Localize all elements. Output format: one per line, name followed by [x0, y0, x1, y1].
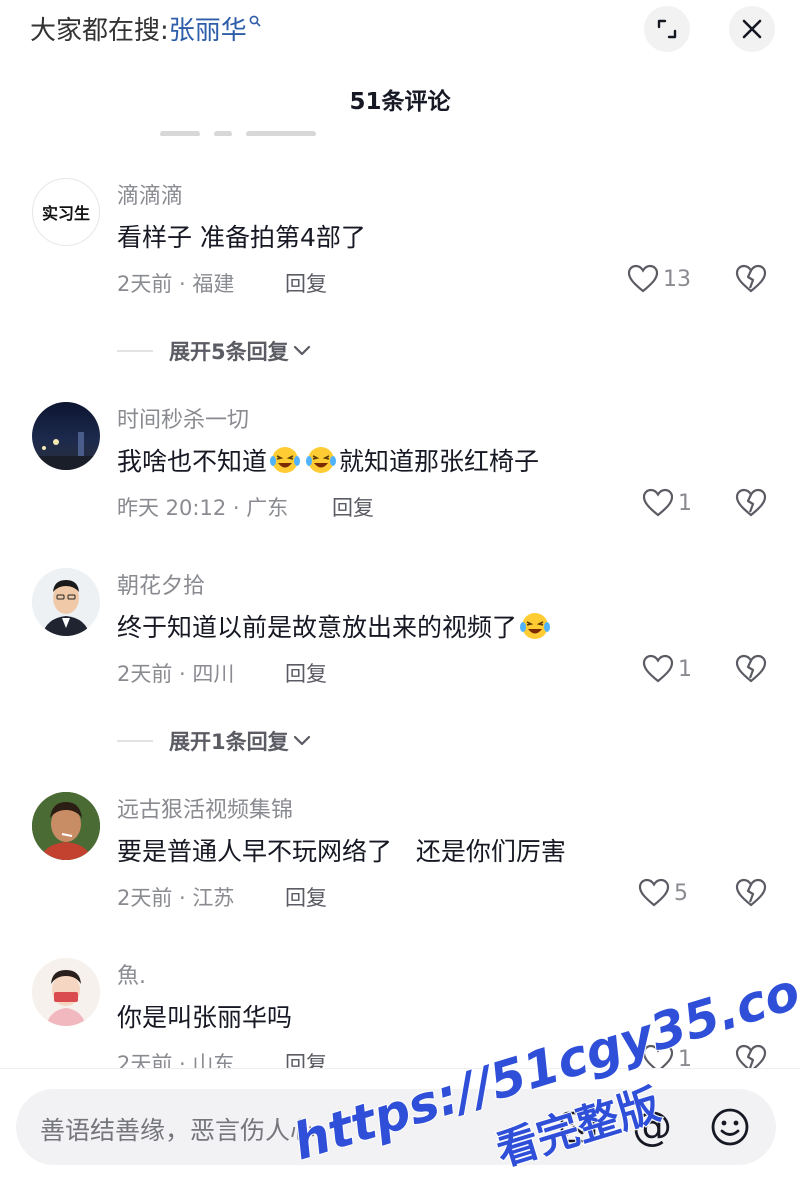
like-count: 5	[674, 880, 688, 906]
comment-meta: 2天前 · 江苏	[117, 886, 235, 910]
broken-heart-icon	[735, 878, 767, 907]
comment-nickname[interactable]: 滴滴滴	[117, 178, 183, 210]
heart-icon	[638, 878, 670, 907]
comment-meta: 昨天 20:12 · 广东	[117, 496, 289, 520]
expand-icon	[657, 19, 677, 39]
avatar-portrait	[32, 792, 100, 860]
expand-button[interactable]	[644, 6, 690, 52]
comment-meta: 2天前 · 四川	[117, 662, 235, 686]
at-icon: @	[632, 1104, 672, 1150]
comment-text: 要是普通人早不玩网络了 还是你们厉害	[117, 837, 566, 866]
avatar-label: 实习生	[41, 204, 90, 223]
comment-text: 我啥也不知道 就知道那张红椅子	[117, 442, 539, 478]
comment-text: 你是叫张丽华吗	[117, 1003, 293, 1032]
chevron-down-icon	[293, 735, 310, 746]
expand-replies[interactable]: 展开5条回复	[117, 336, 311, 366]
like-count: 1	[678, 656, 692, 682]
comment-nickname[interactable]: 朝花夕拾	[117, 568, 205, 600]
heart-icon	[642, 488, 674, 517]
avatar-portrait	[32, 568, 100, 636]
like-count: 1	[678, 490, 692, 516]
expand-replies[interactable]: 展开1条回复	[117, 726, 311, 756]
comment-count-title: 51条评论	[349, 89, 451, 115]
search-icon	[249, 15, 261, 27]
emoji-button[interactable]	[708, 1105, 752, 1149]
reply-button[interactable]: 回复	[332, 492, 374, 522]
expand-replies-label: 展开5条回复	[169, 340, 289, 364]
like-count: 13	[663, 266, 691, 292]
image-button[interactable]	[556, 1105, 600, 1149]
expand-replies-label: 展开1条回复	[169, 730, 289, 754]
avatar[interactable]	[32, 792, 100, 860]
avatar[interactable]	[32, 958, 100, 1026]
comment-item: 远古狠活视频集锦 要是普通人早不玩网络了 还是你们厉害 2天前 · 江苏 回复 …	[0, 792, 800, 942]
trending-search-prefix: 大家都在搜:	[30, 16, 169, 46]
close-button[interactable]	[729, 6, 775, 52]
smiley-icon	[711, 1108, 749, 1146]
comment-input-placeholder: 善语结善缘，恶言伤人心	[40, 1116, 316, 1145]
close-icon	[742, 19, 762, 39]
comment-item: 时间秒杀一切 我啥也不知道 就知道那张红椅子 昨天 20:12 · 广东 回复 …	[0, 402, 800, 552]
divider	[117, 740, 153, 742]
comment-item: 实习生 滴滴滴 看样子 准备拍第4部了 2天前 · 福建 回复 13	[0, 178, 800, 328]
laughing-tears-emoji	[270, 447, 301, 473]
avatar[interactable]	[32, 402, 100, 470]
dislike-button[interactable]	[735, 264, 767, 298]
avatar-portrait	[32, 958, 100, 1026]
top-bar: 大家都在搜:张丽华	[0, 0, 800, 60]
laughing-tears-emoji	[520, 613, 551, 639]
like-button[interactable]: 13	[627, 264, 691, 294]
comment-meta: 2天前 · 福建	[117, 272, 235, 296]
dislike-button[interactable]	[735, 488, 767, 522]
comment-text-part: 我啥也不知道	[117, 447, 268, 476]
comment-text: 终于知道以前是故意放出来的视频了	[117, 608, 553, 644]
comment-input-bar: 善语结善缘，恶言伤人心 @	[0, 1068, 800, 1189]
avatar[interactable]: 实习生	[32, 178, 100, 246]
broken-heart-icon	[735, 264, 767, 293]
like-button[interactable]: 1	[642, 654, 692, 684]
laughing-tears-emoji	[306, 447, 337, 473]
comment-nickname[interactable]: 时间秒杀一切	[117, 402, 249, 434]
dislike-button[interactable]	[735, 878, 767, 912]
comment-nickname[interactable]: 远古狠活视频集锦	[117, 792, 293, 824]
broken-heart-icon	[735, 488, 767, 517]
reply-button[interactable]: 回复	[285, 658, 327, 688]
comment-nickname[interactable]: 魚.	[117, 958, 146, 990]
reply-button[interactable]: 回复	[285, 268, 327, 298]
comment-text-part: 终于知道以前是故意放出来的视频了	[117, 613, 518, 642]
trending-search-keyword[interactable]: 张丽华	[169, 16, 247, 46]
comment-item: 魚. 你是叫张丽华吗 2天前 · 山东 回复 1	[0, 958, 800, 1076]
comment-input[interactable]: 善语结善缘，恶言伤人心 @	[16, 1089, 776, 1165]
broken-heart-icon	[735, 654, 767, 683]
scrolled-content-fragment	[160, 122, 330, 136]
heart-icon	[627, 264, 659, 293]
divider	[117, 350, 153, 352]
like-button[interactable]: 1	[642, 488, 692, 518]
dislike-button[interactable]	[735, 654, 767, 688]
avatar[interactable]	[32, 568, 100, 636]
reply-button[interactable]: 回复	[285, 882, 327, 912]
mention-button[interactable]: @	[630, 1105, 674, 1149]
avatar-night-scene	[32, 432, 100, 470]
like-button[interactable]: 5	[638, 878, 688, 908]
image-icon	[560, 1111, 596, 1143]
comment-text-part: 就知道那张红椅子	[339, 447, 540, 476]
chevron-down-icon	[293, 345, 310, 356]
heart-icon	[642, 654, 674, 683]
comment-text: 看样子 准备拍第4部了	[117, 223, 366, 252]
trending-search[interactable]: 大家都在搜:张丽华	[30, 10, 261, 47]
comment-item: 朝花夕拾 终于知道以前是故意放出来的视频了 2天前 · 四川 回复 1	[0, 568, 800, 718]
